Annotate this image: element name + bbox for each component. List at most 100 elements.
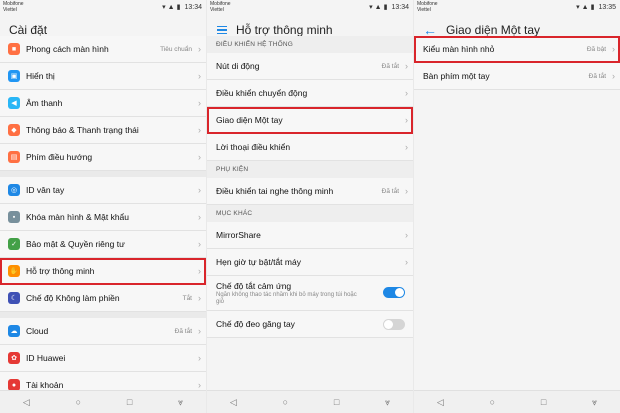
chevron-right-icon: ›	[198, 353, 201, 363]
home-nav-icon[interactable]: ○	[283, 397, 288, 407]
settings-item-security-privacy[interactable]: ✓ Bảo mật & Quyền riêng tư ›	[0, 231, 206, 258]
chevron-right-icon: ›	[198, 125, 201, 135]
back-nav-icon[interactable]: ◁	[230, 397, 237, 408]
glove-mode-toggle[interactable]	[383, 318, 405, 330]
settings-item-display[interactable]: ▣ Hiển thị ›	[0, 63, 206, 90]
clock: 13:34	[391, 3, 409, 11]
chevron-right-icon: ›	[198, 212, 201, 222]
back-nav-icon[interactable]: ◁	[437, 397, 444, 408]
item-one-handed-keyboard[interactable]: Bàn phím một tay Đã tắt ›	[414, 63, 620, 90]
chevron-right-icon: ›	[198, 185, 201, 195]
chevron-right-icon: ›	[405, 186, 408, 196]
pocket-mode-toggle[interactable]	[383, 287, 405, 298]
item-one-handed-ui[interactable]: Giao diện Một tay ›	[207, 107, 413, 134]
home-nav-icon[interactable]: ○	[76, 397, 81, 407]
settings-item-cloud[interactable]: ☁ Cloud Đã tắt ›	[0, 318, 206, 345]
item-motion-control[interactable]: Điều khiển chuyển động ›	[207, 80, 413, 107]
chevron-right-icon: ›	[198, 293, 201, 303]
item-voice-control[interactable]: Lời thoại điều khiển ›	[207, 134, 413, 161]
one-handed-ui-panel: Mobifone Viettel ▾ ▲ ▮ 13:35 ← Giao diện Một …	[414, 0, 620, 413]
wifi-icon: ▾	[162, 4, 166, 11]
chevron-right-icon: ›	[405, 257, 408, 267]
item-smart-headset-control[interactable]: Điều khiển tai nghe thông minh Đã tắt ›	[207, 178, 413, 205]
page-title: Hỗ trợ thông minh	[236, 23, 333, 37]
carrier-name-2: Viettel	[210, 7, 224, 13]
chevron-right-icon: ›	[198, 380, 201, 390]
chevron-right-icon: ›	[405, 61, 408, 71]
signal-icon: ▲	[167, 3, 175, 11]
settings-item-fingerprint[interactable]: ◎ ID vân tay ›	[0, 177, 206, 204]
item-scheduled-power[interactable]: Hẹn giờ tự bật/tắt máy ›	[207, 249, 413, 276]
chevron-right-icon: ›	[405, 142, 408, 152]
chevron-right-icon: ›	[405, 230, 408, 240]
chevron-right-icon: ›	[198, 239, 201, 249]
settings-item-home-screen-style[interactable]: ■ Phong cách màn hình Tiêu chuẩn ›	[0, 36, 206, 63]
recent-apps-icon[interactable]: □	[541, 397, 546, 407]
notification-pull-icon[interactable]: ⩔	[385, 397, 390, 408]
battery-icon: ▮	[176, 4, 181, 11]
pocket-mode-label: Chế độ tắt cảm ứng	[216, 281, 292, 291]
chevron-right-icon: ›	[612, 44, 615, 54]
item-mirrorshare[interactable]: MirrorShare ›	[207, 222, 413, 249]
item-mini-screen-view[interactable]: Kiểu màn hình nhỏ Đã bật ›	[414, 36, 620, 63]
chevron-right-icon: ›	[198, 98, 201, 108]
settings-item-huawei-id[interactable]: ✿ ID Huawei ›	[0, 345, 206, 372]
hand-icon: ✋	[8, 265, 20, 277]
notification-pull-icon[interactable]: ⩔	[178, 397, 183, 408]
carrier-name-2: Viettel	[3, 7, 17, 13]
item-glove-mode: Chế độ đeo găng tay	[207, 311, 413, 338]
navigation-bar: ◁ ○ □ ⩔	[207, 390, 413, 413]
item-pocket-mode: Chế độ tắt cảm ứng Ngăn không thao tác nh…	[207, 276, 413, 311]
notification-icon: ◆	[8, 124, 20, 136]
battery-icon: ▮	[383, 4, 388, 11]
cloud-icon: ☁	[8, 325, 20, 337]
settings-panel: Mobifone Viettel ▾ ▲ ▮ 13:34 Cài đặt ■ Phong …	[0, 0, 206, 413]
chevron-right-icon: ›	[198, 44, 201, 54]
page-title: Cài đặt	[9, 23, 48, 37]
navigation-bar: ◁ ○ □ ⩔	[0, 390, 206, 413]
item-floating-dock[interactable]: Nút di động Đã tắt ›	[207, 53, 413, 80]
section-header: ĐIỀU KHIỂN HỆ THỐNG	[207, 36, 413, 53]
notification-pull-icon[interactable]: ⩔	[592, 397, 597, 408]
display-icon: ▣	[8, 70, 20, 82]
clock: 13:35	[598, 3, 616, 11]
chevron-right-icon: ›	[405, 115, 408, 125]
huawei-icon: ✿	[8, 352, 20, 364]
menu-icon[interactable]	[217, 25, 227, 35]
chevron-right-icon: ›	[198, 266, 201, 276]
pocket-mode-description: Ngăn không thao tác nhầm khi bỏ máy tron…	[216, 292, 357, 305]
settings-item-notifications[interactable]: ◆ Thông báo & Thanh trạng thái ›	[0, 117, 206, 144]
back-nav-icon[interactable]: ◁	[23, 397, 30, 408]
shield-icon: ✓	[8, 238, 20, 250]
settings-item-navigation-keys[interactable]: ▤ Phím điều hướng ›	[0, 144, 206, 171]
carrier-name-2: Viettel	[417, 7, 431, 13]
navigation-key-icon: ▤	[8, 151, 20, 163]
page-title: Giao diện Một tay	[446, 23, 541, 37]
moon-icon: ☾	[8, 292, 20, 304]
settings-item-lock-screen[interactable]: ▪ Khóa màn hình & Mật khẩu ›	[0, 204, 206, 231]
recent-apps-icon[interactable]: □	[334, 397, 339, 407]
home-screen-icon: ■	[8, 43, 20, 55]
chevron-right-icon: ›	[198, 71, 201, 81]
settings-item-smart-assistance[interactable]: ✋ Hỗ trợ thông minh ›	[0, 258, 206, 285]
chevron-right-icon: ›	[405, 88, 408, 98]
chevron-right-icon: ›	[198, 326, 201, 336]
smart-assistance-panel: Mobifone Viettel ▾ ▲ ▮ 13:34 Hỗ trợ thông mi…	[207, 0, 413, 413]
status-bar: Mobifone Viettel ▾ ▲ ▮ 13:34	[207, 0, 413, 14]
fingerprint-icon: ◎	[8, 184, 20, 196]
navigation-bar: ◁ ○ □ ⩔	[414, 390, 620, 413]
home-nav-icon[interactable]: ○	[490, 397, 495, 407]
wifi-icon: ▾	[576, 4, 580, 11]
sound-icon: ◀	[8, 97, 20, 109]
clock: 13:34	[184, 3, 202, 11]
chevron-right-icon: ›	[612, 71, 615, 81]
lock-icon: ▪	[8, 211, 20, 223]
recent-apps-icon[interactable]: □	[127, 397, 132, 407]
settings-item-do-not-disturb[interactable]: ☾ Chế độ Không làm phiền Tắt ›	[0, 285, 206, 312]
settings-item-sound[interactable]: ◀ Âm thanh ›	[0, 90, 206, 117]
battery-icon: ▮	[590, 4, 595, 11]
section-header: PHỤ KIỆN	[207, 161, 413, 178]
wifi-icon: ▾	[369, 4, 373, 11]
section-header: MỤC KHÁC	[207, 205, 413, 222]
status-bar: Mobifone Viettel ▾ ▲ ▮ 13:35	[414, 0, 620, 14]
